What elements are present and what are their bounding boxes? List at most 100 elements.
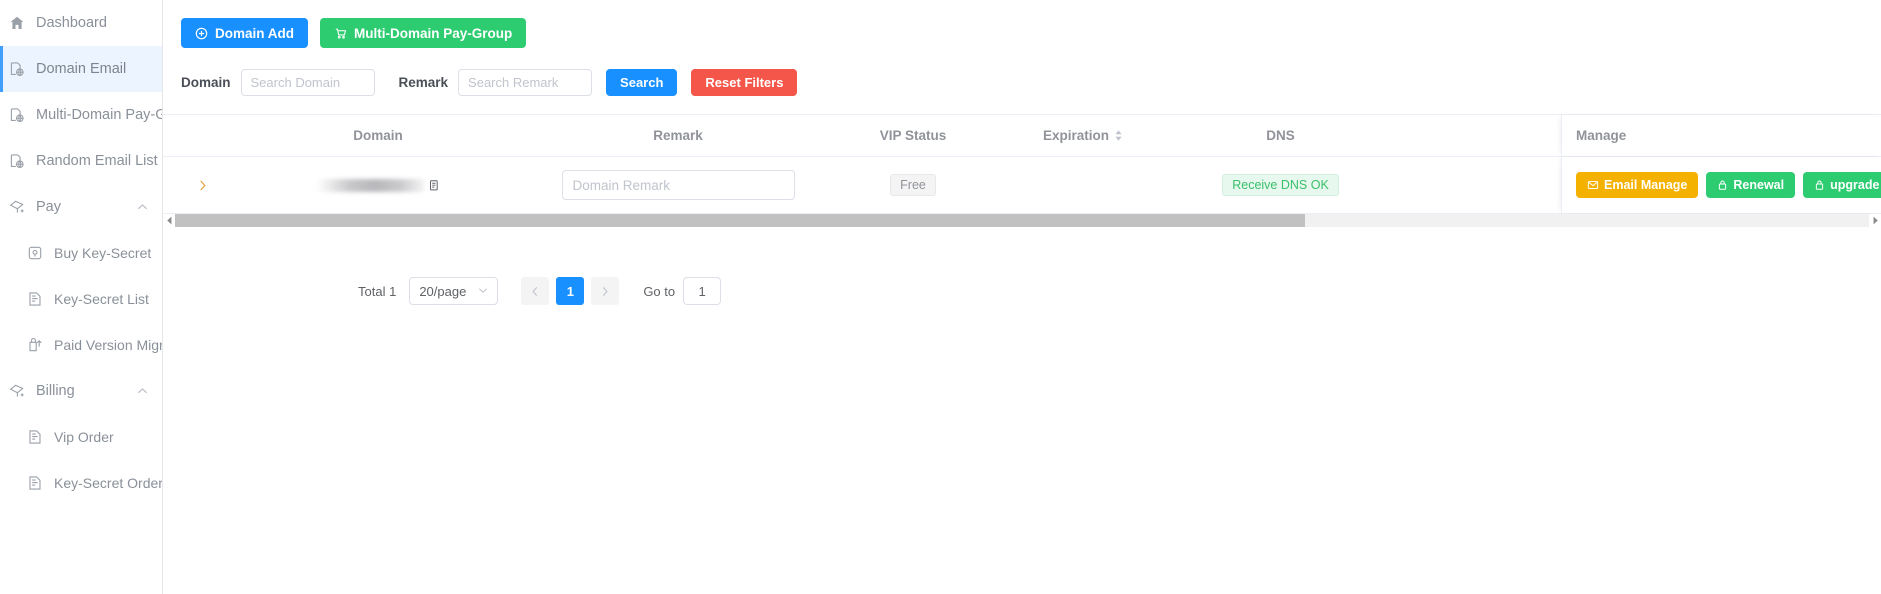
domain-icon [8, 107, 25, 124]
pagination-goto-label: Go to [643, 283, 676, 299]
search-remark-input[interactable] [458, 69, 593, 96]
pay-icon [8, 383, 25, 400]
sidebar-item-dashboard[interactable]: Dashboard [0, 0, 162, 46]
sidebar-item-pay[interactable]: Pay [0, 184, 162, 230]
sidebar-item-billing[interactable]: Billing [0, 368, 162, 414]
email-manage-label: Email Manage [1604, 178, 1688, 192]
domain-filter-label: Domain [181, 75, 231, 90]
lock-icon [1814, 179, 1825, 191]
table-header-manage: Manage [1576, 128, 1627, 143]
domain-table: Domain Remark VIP Status Expiration DNS … [163, 114, 1881, 227]
lock-icon [1717, 179, 1728, 191]
sidebar-item-key-secret-list[interactable]: Key-Secret List [0, 276, 162, 322]
sidebar-item-buy-key-secret[interactable]: Buy Key-Secret [0, 230, 162, 276]
pagination-next-button[interactable] [591, 277, 620, 305]
pagination-prev-button[interactable] [521, 277, 550, 305]
row-expand-cell [181, 179, 223, 192]
sidebar-item-label: Random Email List [36, 153, 158, 169]
sidebar-item-label: Key-Secret List [54, 291, 149, 307]
status-badge-dns: Receive DNS OK [1222, 174, 1339, 196]
multi-domain-pay-group-label: Multi-Domain Pay-Group [354, 25, 513, 41]
sidebar: Dashboard Domain Email Multi-Domain Pay-Gr… [0, 0, 163, 594]
app-root: Dashboard Domain Email Multi-Domain Pay-Gr… [0, 0, 1881, 594]
sidebar-item-label: Buy Key-Secret [54, 245, 152, 261]
scrollbar-thumb[interactable] [175, 213, 1305, 227]
copy-icon[interactable] [428, 179, 441, 192]
caret-right-icon[interactable] [1869, 213, 1881, 227]
sidebar-item-label: Key-Secret Order [54, 475, 162, 491]
table-horizontal-scrollbar[interactable] [163, 213, 1881, 227]
domain-remark-input[interactable] [561, 170, 795, 200]
domain-add-button[interactable]: Domain Add [181, 18, 308, 48]
list-icon [26, 429, 43, 446]
chevron-down-icon [478, 286, 488, 297]
table-header-dns: DNS [1266, 128, 1295, 143]
row-manage-fixed: Email Manage Renewal upgrade [1561, 157, 1881, 213]
pay-icon [8, 199, 25, 216]
sidebar-item-label: Pay [36, 199, 61, 215]
status-badge-vip: Free [890, 174, 936, 196]
reset-filters-button[interactable]: Reset Filters [691, 69, 798, 96]
table-header-vip-status: VIP Status [879, 128, 947, 143]
migrate-icon [26, 337, 43, 354]
list-icon [26, 291, 43, 308]
table-header-row: Domain Remark VIP Status Expiration DNS … [163, 115, 1881, 157]
pagination: Total 1 20/page 1 Go to [163, 277, 1881, 305]
table-header-domain: Domain [353, 128, 403, 143]
row-vip-status-cell: Free [823, 174, 1003, 196]
page-size-label: 20/page [419, 283, 467, 299]
search-domain-input[interactable] [240, 69, 375, 96]
key-buy-icon [26, 245, 43, 262]
table-row: Free Receive DNS OK Email Manag [163, 157, 1881, 214]
upgrade-button[interactable]: upgrade [1803, 172, 1881, 198]
sidebar-item-key-secret-order[interactable]: Key-Secret Order [0, 460, 162, 506]
sidebar-item-label: Domain Email [36, 61, 127, 77]
chevron-up-icon[interactable] [136, 201, 148, 213]
row-dns-cell: Receive DNS OK [1163, 174, 1398, 196]
filter-bar: Domain Remark Search Reset Filters [163, 48, 1881, 96]
sidebar-item-paid-version-migration[interactable]: Paid Version Migration [0, 322, 162, 368]
page-size-select[interactable]: 20/page [409, 277, 499, 305]
home-icon [8, 15, 25, 32]
row-domain-cell [223, 178, 533, 192]
sidebar-item-vip-order[interactable]: Vip Order [0, 414, 162, 460]
table-header-remark: Remark [653, 128, 703, 143]
sidebar-item-label: Vip Order [54, 429, 114, 445]
sidebar-item-label: Billing [36, 383, 75, 399]
sidebar-item-random-email-list[interactable]: Random Email List [0, 138, 162, 184]
email-manage-button[interactable]: Email Manage [1576, 172, 1699, 198]
multi-domain-pay-group-button[interactable]: Multi-Domain Pay-Group [320, 18, 527, 48]
remark-filter-label: Remark [398, 75, 449, 90]
list-icon [26, 475, 43, 492]
domain-blur-mask [315, 178, 424, 192]
domain-icon [8, 61, 25, 78]
caret-left-icon[interactable] [163, 213, 175, 227]
table-header-expiration[interactable]: Expiration [1003, 128, 1163, 143]
domain-redacted-value [315, 178, 441, 192]
sort-icon[interactable] [1114, 129, 1123, 142]
renewal-button[interactable]: Renewal [1706, 172, 1796, 198]
main-content: Domain Add Multi-Domain Pay-Group Domain… [163, 0, 1881, 594]
domain-icon [8, 153, 25, 170]
row-remark-cell [533, 170, 823, 200]
search-button[interactable]: Search [606, 69, 678, 96]
renewal-label: Renewal [1733, 178, 1785, 192]
pagination-total: Total 1 [358, 283, 397, 299]
sidebar-item-label: Dashboard [36, 15, 107, 31]
pagination-page-1[interactable]: 1 [556, 277, 585, 305]
domain-add-label: Domain Add [215, 25, 294, 41]
upgrade-label: upgrade [1830, 178, 1880, 192]
chevron-right-icon[interactable] [181, 179, 223, 192]
sidebar-item-domain-email[interactable]: Domain Email [0, 46, 162, 92]
plus-circle-icon [195, 27, 208, 40]
cart-icon [334, 27, 347, 40]
sidebar-item-label: Paid Version Migration [54, 337, 162, 353]
sidebar-item-multi-domain-pay-group[interactable]: Multi-Domain Pay-Group [0, 92, 162, 138]
sidebar-item-label: Multi-Domain Pay-Group [36, 107, 162, 123]
table-header-expiration-label: Expiration [1042, 128, 1109, 143]
pagination-goto-input[interactable] [683, 277, 722, 305]
table-header-manage-fixed: Manage [1561, 115, 1881, 156]
scrollbar-track[interactable] [175, 213, 1869, 227]
chevron-up-icon[interactable] [136, 385, 148, 397]
mail-icon [1587, 179, 1599, 191]
